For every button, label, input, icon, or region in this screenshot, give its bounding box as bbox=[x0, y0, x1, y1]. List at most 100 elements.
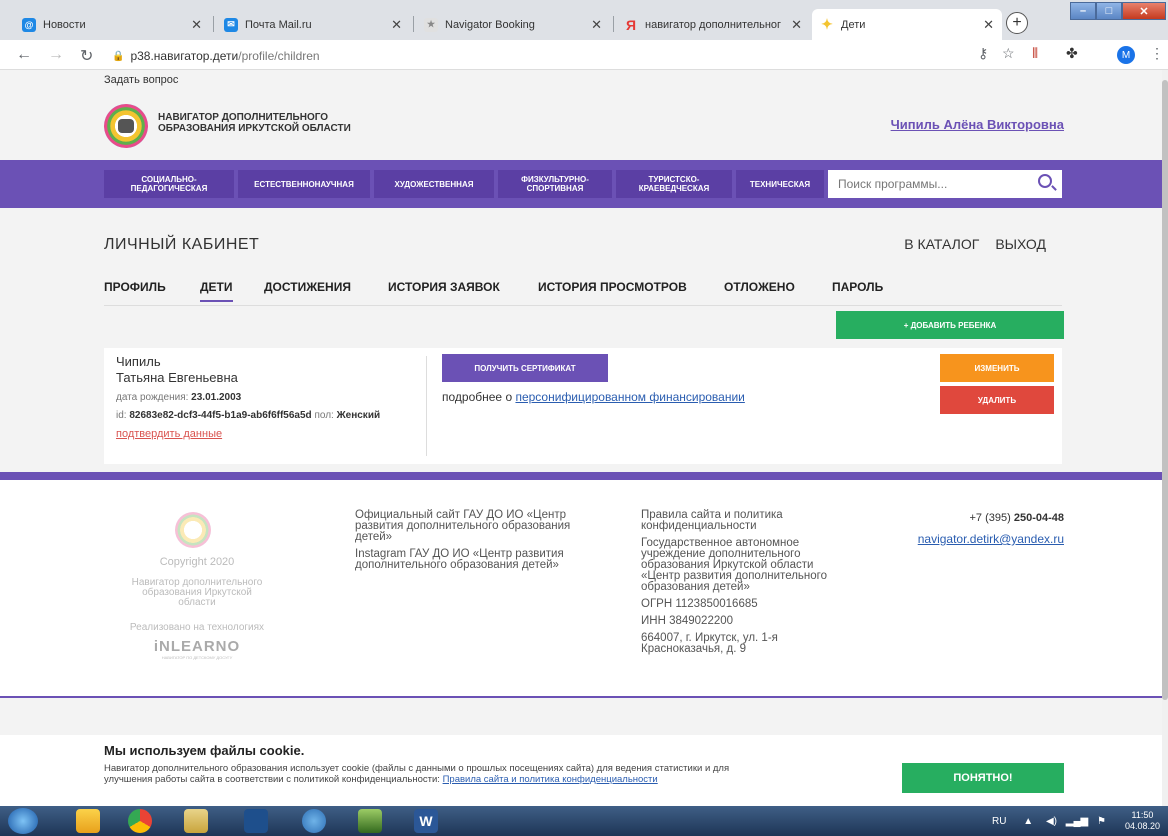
word-icon[interactable]: W bbox=[414, 809, 438, 833]
category-label: ФИЗКУЛЬТУРНО- bbox=[521, 175, 589, 184]
org-name: Государственное автономное учреждение до… bbox=[641, 537, 827, 593]
category-label: ПЕДАГОГИЧЕСКАЯ bbox=[130, 184, 208, 193]
user-name-link[interactable]: Чипиль Алёна Викторовна bbox=[891, 117, 1064, 132]
privacy-policy-link[interactable]: Правила сайта и политика конфиденциально… bbox=[443, 774, 658, 785]
footer-text: конфиденциальности bbox=[641, 520, 757, 532]
add-child-button[interactable]: + ДОБАВИТЬ РЕБЕНКА bbox=[836, 311, 1064, 339]
official-site-link[interactable]: Официальный сайт ГАУ ДО ИО «Центр развит… bbox=[355, 509, 570, 543]
confirm-data-link[interactable]: подтвердить данные bbox=[116, 428, 222, 440]
footer-navigator-name: Навигатор дополнительного образования Ир… bbox=[104, 578, 290, 608]
new-tab-button[interactable]: + bbox=[1006, 12, 1028, 34]
category-bar: СОЦИАЛЬНО- ПЕДАГОГИЧЕСКАЯ ЕСТЕСТВЕННОНАУЧ… bbox=[0, 160, 1162, 208]
category-label: СПОРТИВНАЯ bbox=[526, 184, 584, 193]
category-sport[interactable]: ФИЗКУЛЬТУРНО- СПОРТИВНАЯ bbox=[498, 170, 612, 198]
category-social-pedagogical[interactable]: СОЦИАЛЬНО- ПЕДАГОГИЧЕСКАЯ bbox=[104, 170, 234, 198]
forward-arrow-icon[interactable]: → bbox=[48, 46, 64, 64]
close-icon[interactable]: ✕ bbox=[191, 17, 202, 33]
star-icon[interactable]: ☆ bbox=[1002, 45, 1015, 62]
financing-link[interactable]: персонифицированном финансировании bbox=[515, 390, 744, 404]
profile-avatar[interactable]: M bbox=[1117, 46, 1135, 64]
search-icon[interactable] bbox=[1038, 174, 1052, 188]
child-name: Чипиль Татьяна Евгеньевна bbox=[116, 354, 238, 386]
folders-icon[interactable] bbox=[76, 809, 100, 833]
child-birth-date: дата рождения: 23.01.2003 bbox=[116, 392, 241, 403]
start-button[interactable] bbox=[8, 808, 38, 834]
tab-children[interactable]: ДЕТИ bbox=[200, 280, 233, 302]
sex-label: пол: bbox=[311, 410, 337, 421]
tab-request-history[interactable]: ИСТОРИЯ ЗАЯВОК bbox=[388, 280, 500, 294]
cookie-text: Навигатор дополнительного образования ис… bbox=[104, 763, 874, 785]
child-card: Чипиль Татьяна Евгеньевна дата рождения:… bbox=[104, 348, 1062, 464]
rules-link[interactable]: Правила сайта и политика конфиденциально… bbox=[641, 509, 827, 532]
page-scrollbar[interactable] bbox=[1162, 70, 1168, 806]
media-player-icon[interactable] bbox=[244, 809, 268, 833]
scrollbar-thumb[interactable] bbox=[1162, 80, 1168, 700]
profile-tabs: ПРОФИЛЬ ДЕТИ ДОСТИЖЕНИЯ ИСТОРИЯ ЗАЯВОК И… bbox=[104, 280, 1062, 306]
tab-password[interactable]: ПАРОЛЬ bbox=[832, 280, 883, 294]
search-input[interactable]: Поиск программы... bbox=[828, 170, 1062, 198]
page-title: ЛИЧНЫЙ КАБИНЕТ bbox=[104, 236, 260, 253]
category-natural-science[interactable]: ЕСТЕСТВЕННОНАУЧНАЯ bbox=[238, 170, 370, 198]
tray-arrow-icon[interactable]: ▲ bbox=[1023, 816, 1033, 827]
email-link[interactable]: navigator.detirk@yandex.ru bbox=[918, 532, 1064, 546]
category-tourism[interactable]: ТУРИСТСКО- КРАЕВЕДЧЕСКАЯ bbox=[616, 170, 732, 198]
tab-deferred[interactable]: ОТЛОЖЕНО bbox=[724, 280, 795, 294]
delete-button[interactable]: УДАЛИТЬ bbox=[940, 386, 1054, 414]
tab-view-history[interactable]: ИСТОРИЯ ПРОСМОТРОВ bbox=[538, 280, 687, 294]
tab-achievements[interactable]: ДОСТИЖЕНИЯ bbox=[264, 280, 351, 294]
phone-number[interactable]: +7 (395) 250-04-48 bbox=[970, 512, 1065, 524]
tab-mail[interactable]: ✉ Почта Mail.ru ✕ bbox=[216, 9, 410, 40]
tab-children[interactable]: ✦ Дети ✕ bbox=[812, 9, 1002, 40]
logout-link[interactable]: ВЫХОД bbox=[995, 236, 1046, 252]
tab-profile[interactable]: ПРОФИЛЬ bbox=[104, 280, 166, 294]
phone-value: 250-04-48 bbox=[1013, 512, 1064, 524]
browser-toolbar: ← → ↻ 🔒 p38.навигатор.дети/profile/child… bbox=[0, 40, 1168, 70]
minimize-button[interactable]: – bbox=[1070, 2, 1096, 20]
clock[interactable]: 11:50 04.08.20 bbox=[1125, 810, 1160, 832]
child-id: id: 82683e82-dcf3-44f5-b1a9-ab6f6ff56a5d… bbox=[116, 410, 380, 421]
flag-icon[interactable]: ⚑ bbox=[1097, 816, 1106, 827]
browser-app-icon[interactable] bbox=[302, 809, 326, 833]
address-bar[interactable]: 🔒 p38.навигатор.дети/profile/children bbox=[112, 46, 962, 66]
ask-question-link[interactable]: Задать вопрос bbox=[104, 74, 178, 86]
footer-text: Красноказачья, д. 9 bbox=[641, 643, 747, 655]
edit-button[interactable]: ИЗМЕНИТЬ bbox=[940, 354, 1054, 382]
instagram-link[interactable]: Instagram ГАУ ДО ИО «Центр развития допо… bbox=[355, 548, 570, 571]
id-label: id: bbox=[116, 410, 130, 421]
network-app-icon[interactable] bbox=[358, 809, 382, 833]
reload-icon[interactable]: ↻ bbox=[80, 46, 93, 66]
volume-icon[interactable]: ◀) bbox=[1046, 816, 1057, 827]
key-icon[interactable]: ⚷ bbox=[978, 45, 988, 62]
accept-cookies-button[interactable]: ПОНЯТНО! bbox=[902, 763, 1064, 793]
close-icon[interactable]: ✕ bbox=[591, 17, 602, 33]
close-icon[interactable]: ✕ bbox=[391, 17, 402, 33]
tab-yandex-search[interactable]: Я навигатор дополнительног ✕ bbox=[616, 9, 810, 40]
close-window-button[interactable]: ✕ bbox=[1122, 2, 1166, 20]
category-label: ХУДОЖЕСТВЕННАЯ bbox=[394, 179, 474, 189]
tab-separator bbox=[413, 16, 414, 32]
close-icon[interactable]: ✕ bbox=[983, 17, 994, 33]
chrome-icon[interactable] bbox=[128, 809, 152, 833]
menu-icon[interactable]: ⋮ bbox=[1150, 45, 1164, 62]
get-certificate-button[interactable]: ПОЛУЧИТЬ СЕРТИФИКАТ bbox=[442, 354, 608, 382]
explorer-icon[interactable] bbox=[184, 809, 208, 833]
search-placeholder: Поиск программы... bbox=[838, 177, 948, 191]
site-title[interactable]: НАВИГАТОР ДОПОЛНИТЕЛЬНОГО ОБРАЗОВАНИЯ ИР… bbox=[158, 112, 351, 134]
category-art[interactable]: ХУДОЖЕСТВЕННАЯ bbox=[374, 170, 494, 198]
tab-navigator-booking[interactable]: ★ Navigator Booking ✕ bbox=[416, 9, 610, 40]
back-arrow-icon[interactable]: ← bbox=[16, 46, 32, 64]
logo-emblem-icon bbox=[118, 119, 134, 133]
library-icon[interactable]: ⦀ bbox=[1032, 45, 1038, 62]
language-indicator[interactable]: RU bbox=[992, 816, 1006, 827]
category-label: ТЕХНИЧЕСКАЯ bbox=[749, 179, 811, 189]
catalog-link[interactable]: В КАТАЛОГ bbox=[904, 236, 979, 252]
footer-text: дополнительного образования детей» bbox=[355, 559, 559, 571]
signal-icon[interactable]: ▂▄▆ bbox=[1066, 816, 1088, 827]
inlearno-logo[interactable]: iNLEARNO bbox=[104, 638, 290, 655]
footer-text: детей» bbox=[355, 531, 393, 543]
maximize-button[interactable]: □ bbox=[1096, 2, 1122, 20]
close-icon[interactable]: ✕ bbox=[791, 17, 802, 33]
category-technical[interactable]: ТЕХНИЧЕСКАЯ bbox=[736, 170, 824, 198]
tab-news[interactable]: @ Новости ✕ bbox=[14, 9, 210, 40]
extensions-icon[interactable]: ✤ bbox=[1066, 45, 1078, 62]
